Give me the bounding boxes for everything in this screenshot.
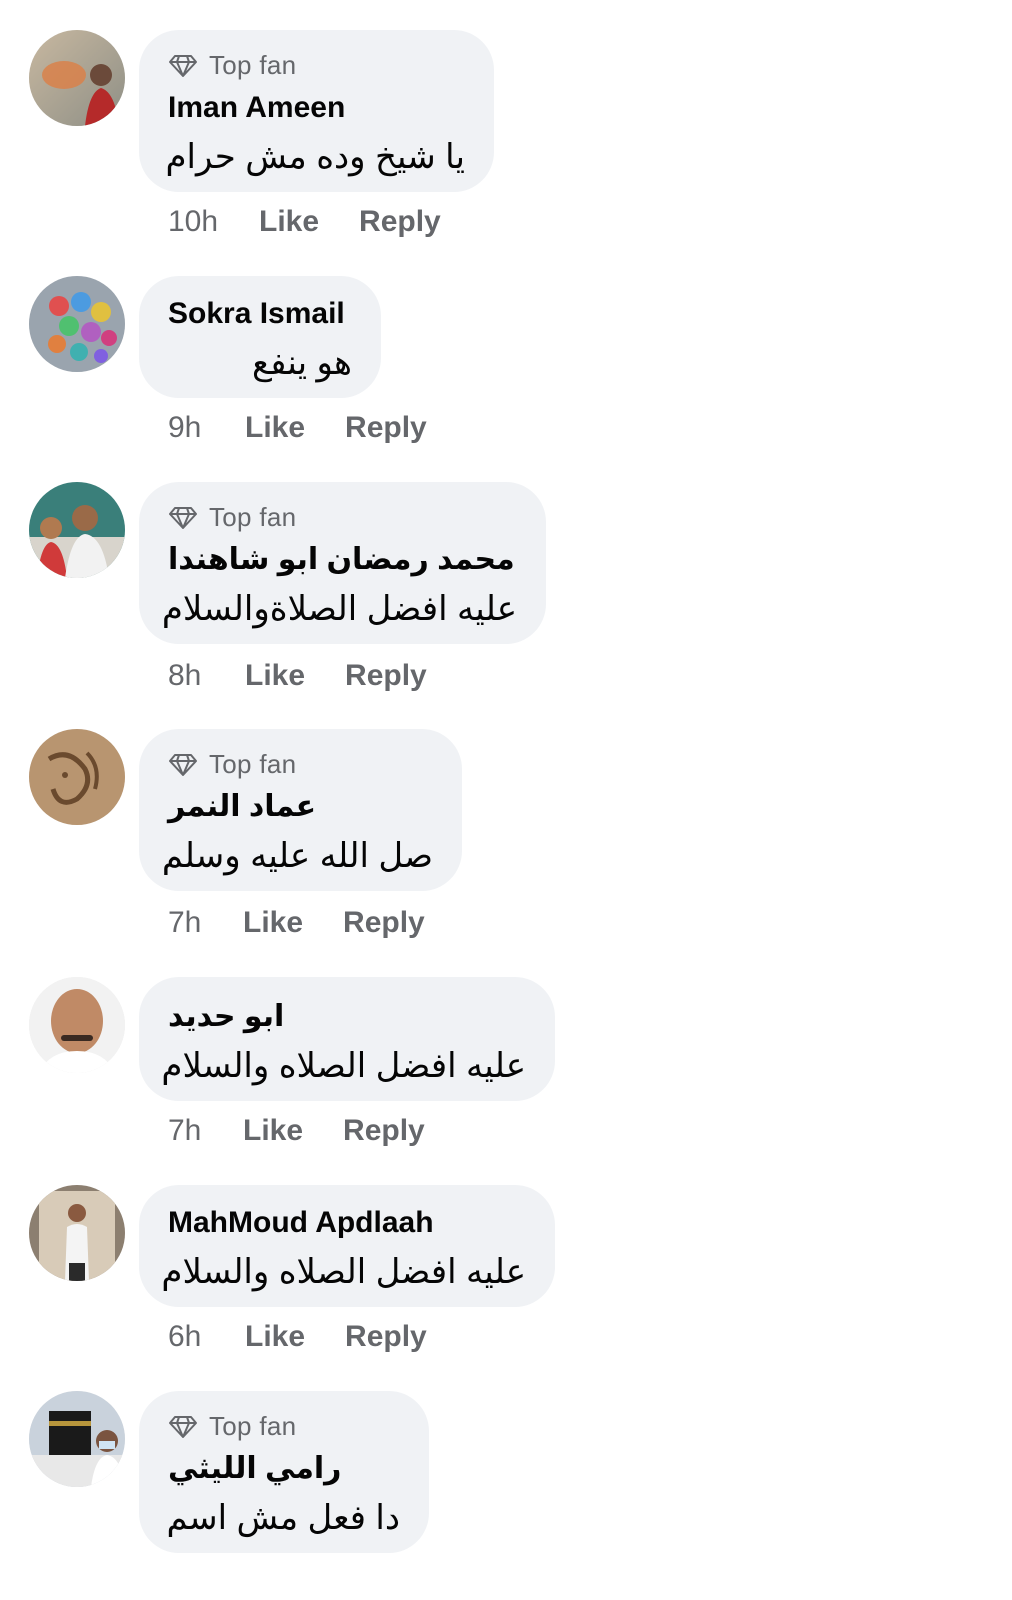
author-name[interactable]: ابو حديد [168,999,284,1035]
comment-actions: 8h Like Reply [168,656,427,696]
comment-text: عليه افضل الصلاه والسلام [161,1047,526,1085]
comment-bubble: Top fan Iman Ameen يا شيخ وده مش حرام [139,30,494,192]
top-fan-badge: Top fan [168,50,296,80]
comment-text: عليه افضل الصلاه والسلام [161,1253,526,1291]
like-button[interactable]: Like [245,659,305,693]
comment-actions: 9h Like Reply [168,408,427,448]
top-fan-badge: Top fan [168,749,296,779]
like-button[interactable]: Like [259,205,319,239]
comment-text: عليه افضل الصلاةوالسلام [161,590,517,628]
badge-label: Top fan [209,501,297,532]
top-fan-badge: Top fan [168,1411,296,1441]
avatar[interactable] [29,1185,125,1281]
reply-button[interactable]: Reply [343,906,425,940]
author-name[interactable]: رامي الليثي [168,1451,341,1487]
comment-timestamp[interactable]: 7h [168,906,243,940]
avatar[interactable] [29,729,125,825]
comment-bubble: Top fan محمد رمضان ابو شاهندا عليه افضل … [139,482,546,644]
reply-button[interactable]: Reply [359,205,441,239]
comment-text: دا فعل مش اسم [166,1499,400,1537]
author-name[interactable]: Iman Ameen [168,90,345,126]
like-button[interactable]: Like [243,906,303,940]
diamond-icon [169,1416,197,1438]
avatar[interactable] [29,30,125,126]
avatar[interactable] [29,276,125,372]
reply-button[interactable]: Reply [345,1320,427,1354]
avatar[interactable] [29,482,125,578]
comment-actions: 10h Like Reply [168,202,441,242]
comment-text: هو ينفع [252,344,352,382]
comment-timestamp[interactable]: 10h [168,205,259,239]
top-fan-badge: Top fan [168,502,296,532]
like-button[interactable]: Like [245,411,305,445]
diamond-icon [169,754,197,776]
reply-button[interactable]: Reply [343,1114,425,1148]
comment-bubble: Top fan عماد النمر صل الله عليه وسلم [139,729,462,891]
avatar[interactable] [29,1391,125,1487]
comment-bubble: Top fan رامي الليثي دا فعل مش اسم [139,1391,429,1553]
badge-label: Top fan [209,49,297,80]
comment-timestamp[interactable]: 6h [168,1320,245,1354]
avatar[interactable] [29,977,125,1073]
comment-timestamp[interactable]: 8h [168,659,245,693]
comment-bubble: ابو حديد عليه افضل الصلاه والسلام [139,977,555,1101]
comment-timestamp[interactable]: 7h [168,1114,243,1148]
comment-text: صل الله عليه وسلم [161,837,433,875]
author-name[interactable]: MahMoud Apdlaah [168,1205,434,1241]
comment-actions: 7h Like Reply [168,903,425,943]
diamond-icon [169,507,197,529]
author-name[interactable]: عماد النمر [168,789,316,825]
comment-timestamp[interactable]: 9h [168,411,245,445]
comment-actions: 6h Like Reply [168,1317,427,1357]
comments-list: Top fan Iman Ameen يا شيخ وده مش حرام 10… [0,0,1012,1600]
like-button[interactable]: Like [245,1320,305,1354]
badge-label: Top fan [209,748,297,779]
comment-actions: 7h Like Reply [168,1111,425,1151]
comment-bubble: Sokra Ismail هو ينفع [139,276,381,398]
author-name[interactable]: Sokra Ismail [168,296,345,332]
comment-text: يا شيخ وده مش حرام [165,138,465,176]
author-name[interactable]: محمد رمضان ابو شاهندا [168,542,515,578]
comment-bubble: MahMoud Apdlaah عليه افضل الصلاه والسلام [139,1185,555,1307]
diamond-icon [169,55,197,77]
like-button[interactable]: Like [243,1114,303,1148]
reply-button[interactable]: Reply [345,659,427,693]
badge-label: Top fan [209,1410,297,1441]
reply-button[interactable]: Reply [345,411,427,445]
